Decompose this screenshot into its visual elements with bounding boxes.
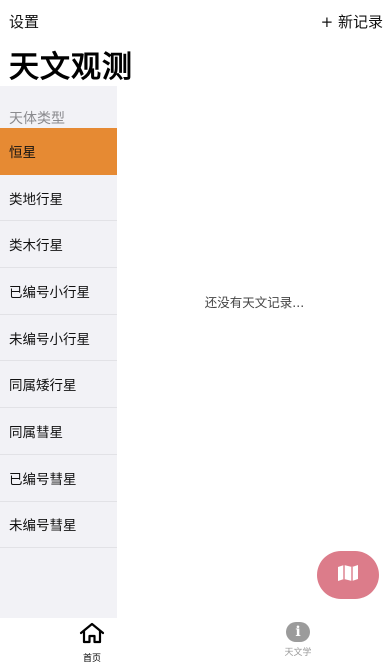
section-header: 天体类型 — [9, 111, 65, 127]
sidebar-item-jovian-planet[interactable]: 类木行星 — [0, 221, 117, 269]
settings-button[interactable]: 设置 — [9, 11, 39, 32]
category-list: 恒星 类地行星 类木行星 已编号小行星 未编号小行星 同属矮行星 同属彗星 已编… — [0, 128, 117, 549]
home-icon — [78, 622, 106, 648]
page-title: 天文观测 — [9, 50, 133, 85]
sidebar-item-numbered-comet[interactable]: 已编号彗星 — [0, 455, 117, 502]
sidebar-item-dwarf-planet[interactable]: 同属矮行星 — [0, 361, 117, 409]
empty-state-message: 还没有天文记录... — [204, 295, 305, 310]
sidebar-item-unnumbered-asteroid[interactable]: 未编号小行星 — [0, 315, 117, 362]
tab-home[interactable]: 首页 — [62, 622, 122, 664]
map-icon — [337, 564, 359, 586]
new-record-button[interactable]: + 新记录 — [321, 11, 383, 32]
tab-astronomy-label: 天文学 — [284, 648, 312, 658]
sidebar-item-unnumbered-comet[interactable]: 未编号彗星 — [0, 502, 117, 549]
map-button[interactable] — [317, 551, 379, 599]
tab-astronomy[interactable]: i 天文学 — [268, 622, 328, 658]
tab-home-label: 首页 — [82, 654, 101, 664]
category-sidebar: 天体类型 恒星 类地行星 类木行星 已编号小行星 未编号小行星 同属矮行星 同属… — [0, 86, 117, 618]
top-bar: 设置 + 新记录 — [0, 0, 392, 40]
tab-bar: 首页 i 天文学 — [0, 618, 392, 666]
info-icon: i — [286, 622, 310, 642]
sidebar-item-comet[interactable]: 同属彗星 — [0, 408, 117, 455]
sidebar-item-star[interactable]: 恒星 — [0, 128, 117, 175]
sidebar-item-terrestrial-planet[interactable]: 类地行星 — [0, 175, 117, 222]
sidebar-item-numbered-asteroid[interactable]: 已编号小行星 — [0, 268, 117, 315]
